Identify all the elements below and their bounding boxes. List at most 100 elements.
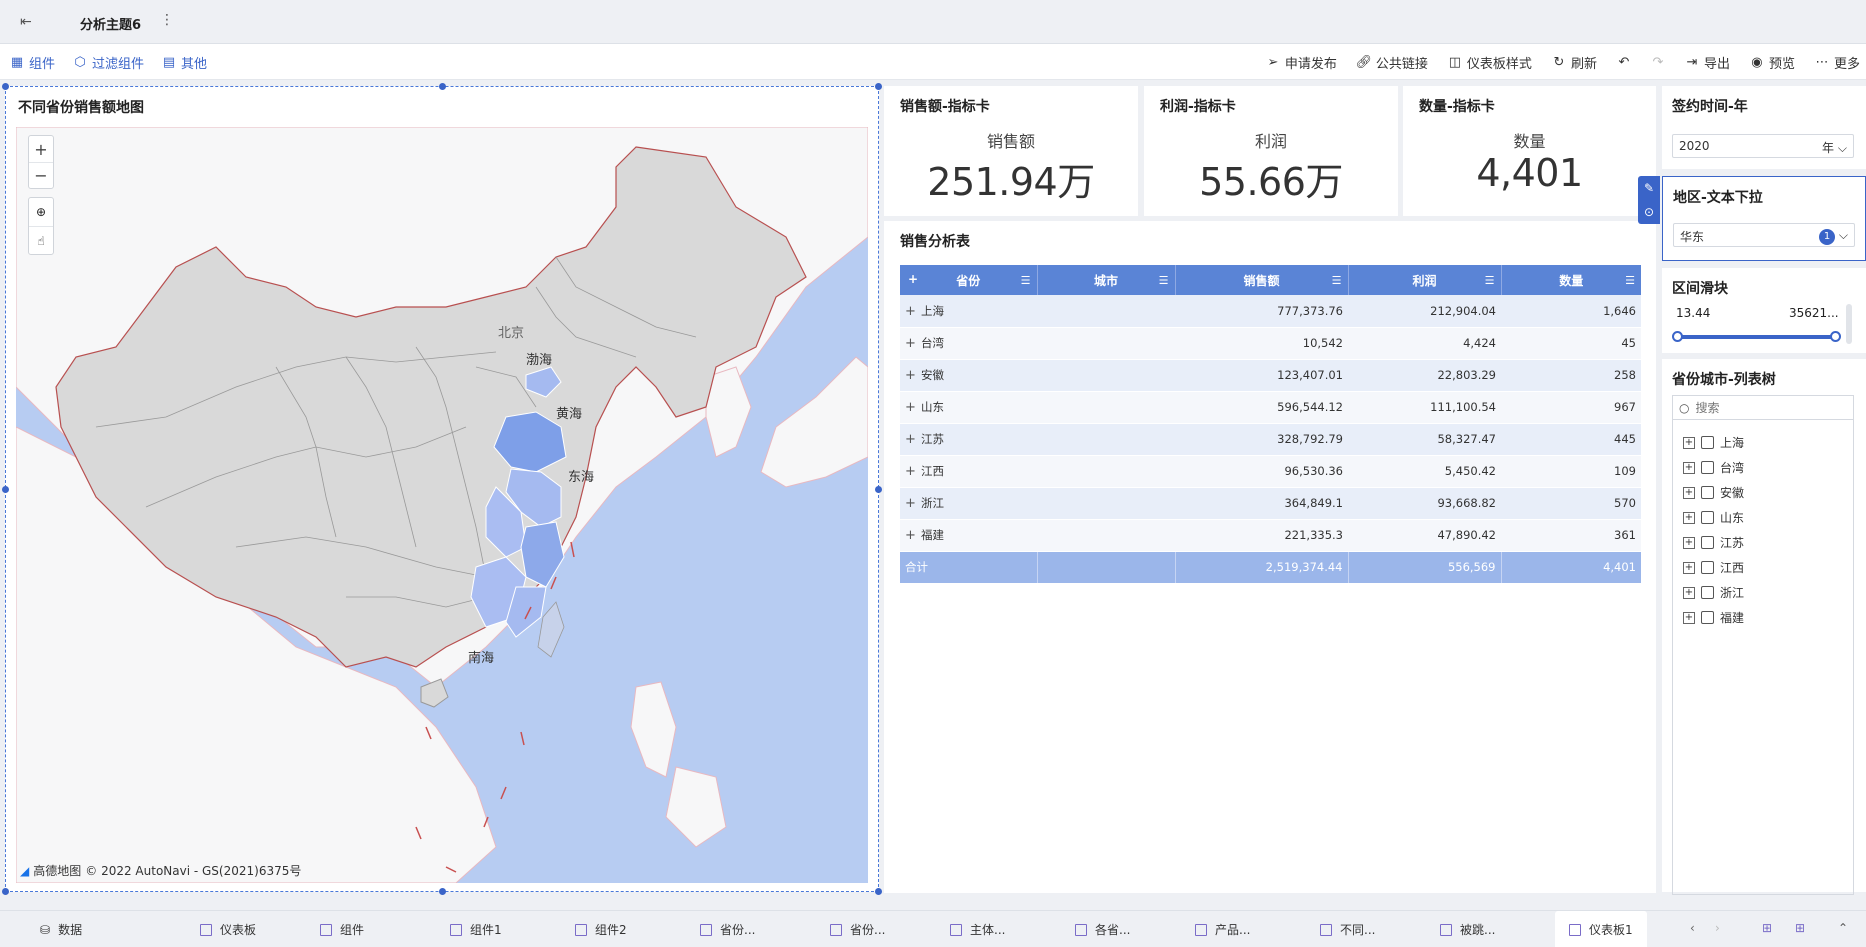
- expand-icon[interactable]: +: [1683, 536, 1695, 549]
- sort-icon[interactable]: ☰: [1485, 274, 1495, 287]
- bottom-tab[interactable]: 仪表板1: [1555, 911, 1647, 947]
- tree-item[interactable]: + 安徽: [1683, 484, 1744, 501]
- back-icon[interactable]: ⇤: [20, 14, 32, 30]
- slider-max-handle[interactable]: [1830, 331, 1841, 342]
- bottom-tab[interactable]: 组件2: [575, 911, 627, 947]
- expand-row-icon[interactable]: +: [905, 368, 921, 383]
- add-sheet-icon[interactable]: ⊞: [1795, 921, 1805, 935]
- tree-item[interactable]: + 福建: [1683, 609, 1744, 626]
- collapse-icon[interactable]: ⊙: [1638, 200, 1660, 224]
- expand-row-icon[interactable]: +: [905, 304, 921, 319]
- preview-button[interactable]: ◉ 预览: [1750, 53, 1795, 72]
- bottom-tab[interactable]: 省份...: [700, 911, 755, 947]
- bottom-tab[interactable]: 产品...: [1195, 911, 1250, 947]
- kpi-card-quantity[interactable]: 数量-指标卡 数量 4,401: [1403, 86, 1656, 216]
- expand-row-icon[interactable]: +: [905, 464, 921, 479]
- china-map[interactable]: + − ⊕ ☝ 北京 渤海 黄海 东海 南海 ◢ 高德地图 © 2022 Aut…: [16, 127, 868, 883]
- table-row[interactable]: + 江西 96,530.36 5,450.42 109: [900, 455, 1641, 488]
- table-row[interactable]: + 上海 777,373.76 212,904.04 1,646: [900, 295, 1641, 328]
- header-profit[interactable]: 利润 ☰: [1348, 265, 1502, 295]
- scrollbar[interactable]: [1846, 304, 1852, 344]
- resize-handle[interactable]: [2, 83, 9, 90]
- locate-icon[interactable]: ⊕: [29, 198, 53, 226]
- expand-icon[interactable]: +: [1683, 461, 1695, 474]
- bottom-tab[interactable]: 被跳...: [1440, 911, 1495, 947]
- expand-row-icon[interactable]: +: [905, 336, 921, 351]
- prev-tab-icon[interactable]: ‹: [1690, 921, 1695, 935]
- tree-item[interactable]: + 浙江: [1683, 584, 1744, 601]
- expand-icon[interactable]: +: [1683, 586, 1695, 599]
- tree-item[interactable]: + 山东: [1683, 509, 1744, 526]
- slider-min-handle[interactable]: [1672, 331, 1683, 342]
- tree-checkbox[interactable]: [1701, 536, 1714, 549]
- expand-row-icon[interactable]: +: [905, 432, 921, 447]
- tree-item[interactable]: + 江西: [1683, 559, 1744, 576]
- slider-track[interactable]: [1677, 335, 1837, 339]
- tree-item[interactable]: + 台湾: [1683, 459, 1744, 476]
- component-menu[interactable]: ▦ 组件: [10, 53, 55, 72]
- expand-all-icon[interactable]: +: [908, 272, 918, 286]
- more-button[interactable]: ⋯ 更多: [1815, 53, 1860, 72]
- resize-handle[interactable]: [2, 486, 9, 493]
- bottom-tab[interactable]: 主体...: [950, 911, 1005, 947]
- table-row[interactable]: + 福建 221,335.3 47,890.42 361: [900, 519, 1641, 552]
- bottom-tab[interactable]: 各省...: [1075, 911, 1130, 947]
- bottom-tab[interactable]: 组件: [320, 911, 364, 947]
- table-row[interactable]: + 浙江 364,849.1 93,668.82 570: [900, 487, 1641, 520]
- kpi-card-profit[interactable]: 利润-指标卡 利润 55.66万: [1144, 86, 1398, 216]
- tree-checkbox[interactable]: [1701, 461, 1714, 474]
- resize-handle[interactable]: [875, 888, 882, 895]
- bottom-tab[interactable]: 组件1: [450, 911, 502, 947]
- redo-button[interactable]: ↷: [1651, 55, 1665, 70]
- title-more-icon[interactable]: ⋮: [160, 12, 174, 28]
- edit-icon[interactable]: ✎: [1638, 176, 1660, 200]
- year-select[interactable]: 2020 年 ⌵: [1672, 134, 1854, 158]
- expand-row-icon[interactable]: +: [905, 496, 921, 511]
- table-row[interactable]: + 山东 596,544.12 111,100.54 967: [900, 391, 1641, 424]
- resize-handle[interactable]: [2, 888, 9, 895]
- zoom-out-button[interactable]: −: [29, 162, 53, 188]
- map-panel[interactable]: 不同省份销售额地图 + − ⊕ ☝ 北京 渤海 黄海 东海 南海 ◢ 高德地图 …: [2, 83, 882, 895]
- tree-checkbox[interactable]: [1701, 436, 1714, 449]
- bottom-tab[interactable]: 省份...: [830, 911, 885, 947]
- undo-button[interactable]: ↶: [1617, 55, 1631, 70]
- hand-icon[interactable]: ☝: [29, 226, 53, 254]
- zoom-in-button[interactable]: +: [29, 136, 53, 162]
- table-row[interactable]: + 江苏 328,792.79 58,327.47 445: [900, 423, 1641, 456]
- public-link-button[interactable]: 🔗︎ 公共链接: [1356, 53, 1428, 72]
- header-city[interactable]: 城市 ☰: [1037, 265, 1176, 295]
- refresh-button[interactable]: ↻ 刷新: [1552, 53, 1596, 72]
- header-sales[interactable]: 销售额 ☰: [1175, 265, 1349, 295]
- tree-checkbox[interactable]: [1701, 611, 1714, 624]
- filter-component-menu[interactable]: ⬡ 过滤组件: [73, 53, 144, 72]
- sort-icon[interactable]: ☰: [1021, 274, 1031, 287]
- sort-icon[interactable]: ☰: [1159, 274, 1169, 287]
- tree-checkbox[interactable]: [1701, 586, 1714, 599]
- expand-icon[interactable]: +: [1683, 486, 1695, 499]
- collapse-bar-icon[interactable]: ⌃: [1838, 921, 1848, 935]
- tree-checkbox[interactable]: [1701, 561, 1714, 574]
- dashboard-style-button[interactable]: ◫ 仪表板样式: [1448, 53, 1532, 72]
- expand-row-icon[interactable]: +: [905, 528, 921, 543]
- resize-handle[interactable]: [875, 83, 882, 90]
- header-quantity[interactable]: 数量 ☰: [1501, 265, 1641, 295]
- sort-icon[interactable]: ☰: [1625, 274, 1635, 287]
- bottom-tab[interactable]: 仪表板: [200, 911, 256, 947]
- expand-row-icon[interactable]: +: [905, 400, 921, 415]
- publish-button[interactable]: ➢ 申请发布: [1266, 53, 1336, 72]
- sort-icon[interactable]: ☰: [1332, 274, 1342, 287]
- expand-icon[interactable]: +: [1683, 436, 1695, 449]
- region-select[interactable]: 华东 1 ⌵: [1673, 223, 1855, 247]
- resize-handle[interactable]: [439, 83, 446, 90]
- tree-item[interactable]: + 江苏: [1683, 534, 1744, 551]
- bottom-tab[interactable]: 不同...: [1320, 911, 1375, 947]
- resize-handle[interactable]: [439, 888, 446, 895]
- tree-checkbox[interactable]: [1701, 511, 1714, 524]
- next-tab-icon[interactable]: ›: [1715, 921, 1720, 935]
- table-row[interactable]: + 台湾 10,542 4,424 45: [900, 327, 1641, 360]
- tree-item[interactable]: + 上海: [1683, 434, 1744, 451]
- resize-handle[interactable]: [875, 486, 882, 493]
- tree-search[interactable]: ○: [1673, 396, 1853, 420]
- expand-icon[interactable]: +: [1683, 611, 1695, 624]
- header-province[interactable]: + 省份 ☰: [900, 265, 1038, 295]
